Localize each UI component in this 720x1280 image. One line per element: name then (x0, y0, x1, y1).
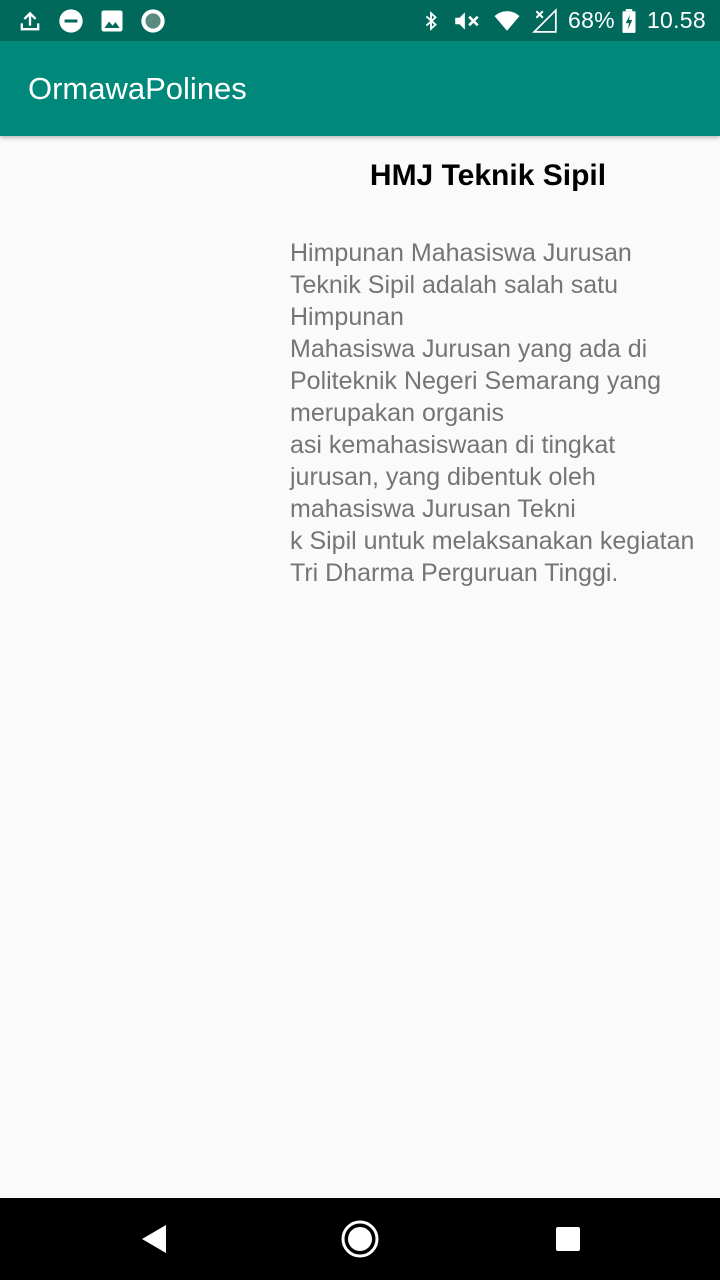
image-icon (101, 10, 123, 32)
app-bar: OrmawaPolines (0, 41, 720, 136)
organization-image (0, 136, 280, 636)
battery-percent: 68% (568, 7, 615, 33)
organization-detail: HMJ Teknik Sipil Himpunan Mahasiswa Juru… (0, 136, 720, 1198)
home-button[interactable] (340, 1219, 380, 1259)
clock: 10.58 (646, 7, 706, 33)
home-icon (341, 1220, 379, 1258)
do-not-disturb-icon (59, 9, 83, 33)
volume-muted-icon (455, 11, 479, 30)
wifi-icon (494, 10, 520, 31)
battery-charging-icon (622, 8, 636, 33)
organization-title: HMJ Teknik Sipil (369, 159, 607, 192)
no-signal-icon (532, 7, 557, 33)
circle-notification-icon (141, 9, 165, 33)
bluetooth-icon (425, 10, 437, 31)
status-bar: 68% 10.58 (0, 0, 720, 41)
status-bar-system: 68% 10.58 (410, 0, 706, 41)
status-bar-notifications (16, 7, 180, 35)
upload-icon (20, 11, 40, 31)
back-icon (142, 1225, 166, 1253)
recent-apps-icon (556, 1227, 580, 1251)
app-title: OrmawaPolines (28, 71, 247, 106)
organization-description: Himpunan Mahasiswa Jurusan Teknik Sipil … (290, 239, 695, 587)
recent-apps-button[interactable] (548, 1219, 588, 1259)
navigation-bar (0, 1198, 720, 1280)
back-button[interactable] (134, 1219, 174, 1259)
